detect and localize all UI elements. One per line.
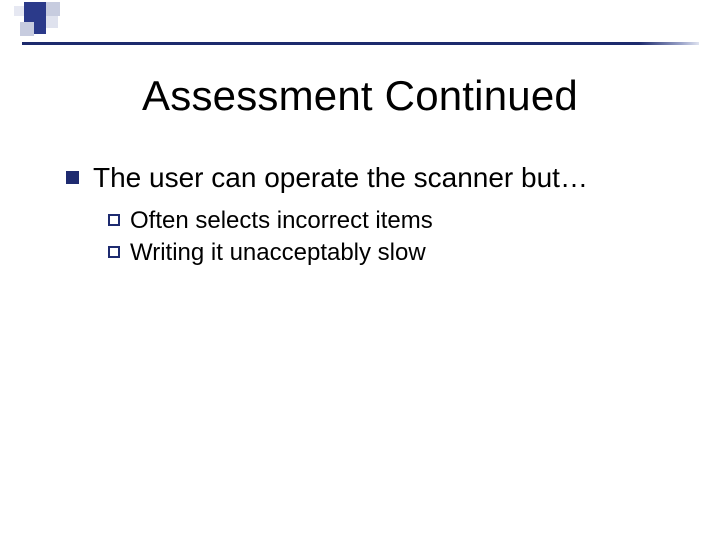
deco-square (46, 2, 60, 16)
square-bullet-icon (66, 171, 79, 184)
bullet-level2: Writing it unacceptably slow (108, 237, 680, 269)
bullet-level1-text: The user can operate the scanner but… (93, 160, 588, 195)
slide: Assessment Continued The user can operat… (0, 0, 720, 540)
sub-bullets: Often selects incorrect items Writing it… (108, 205, 680, 270)
deco-square (20, 22, 34, 36)
bullet-level2: Often selects incorrect items (108, 205, 680, 237)
deco-square (14, 6, 24, 16)
bullet-level1: The user can operate the scanner but… (66, 160, 680, 195)
hollow-square-bullet-icon (108, 246, 120, 258)
header-rule-fade (639, 42, 699, 45)
deco-square (34, 22, 46, 34)
bullet-level2-text: Writing it unacceptably slow (130, 237, 426, 269)
slide-body: The user can operate the scanner but… Of… (66, 160, 680, 270)
deco-square (24, 2, 46, 22)
deco-square (46, 16, 58, 28)
header-rule (22, 42, 698, 45)
corner-decoration (0, 0, 90, 54)
hollow-square-bullet-icon (108, 214, 120, 226)
bullet-level2-text: Often selects incorrect items (130, 205, 433, 237)
slide-title: Assessment Continued (0, 72, 720, 120)
